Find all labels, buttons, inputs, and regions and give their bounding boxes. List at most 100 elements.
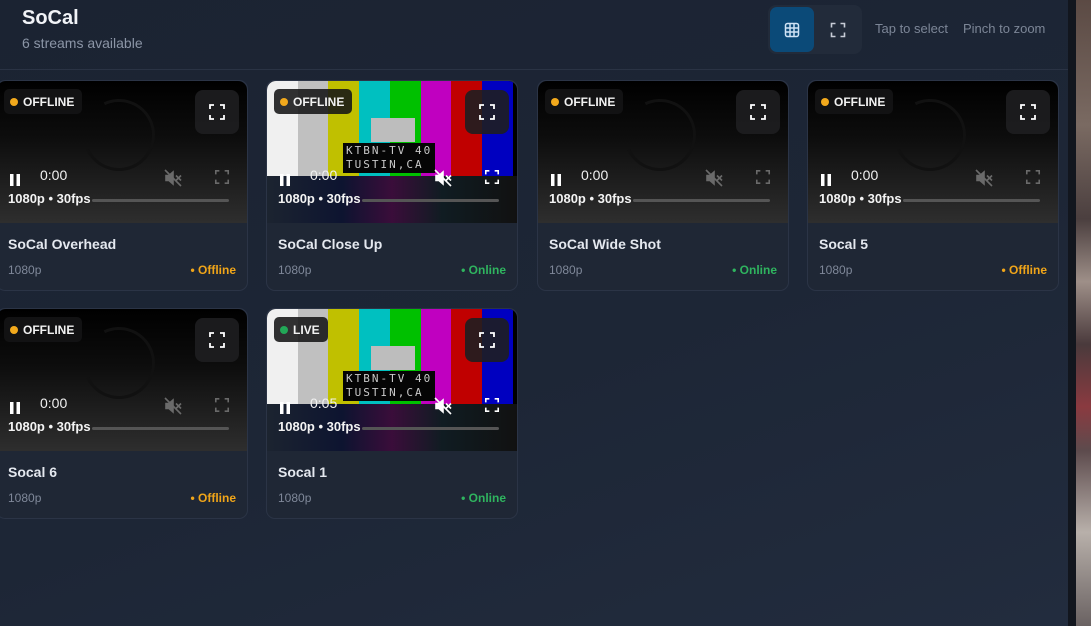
muted-speaker-icon: [705, 169, 723, 187]
player-fullscreen-button[interactable]: [755, 169, 771, 190]
muted-speaker-icon: [164, 169, 182, 187]
stream-status: • Online: [461, 491, 506, 505]
mute-button[interactable]: [434, 397, 452, 420]
player-fullscreen-button[interactable]: [214, 397, 230, 418]
stream-resolution: 1080p: [8, 263, 42, 277]
player-fullscreen-button[interactable]: [484, 169, 500, 190]
stream-status-badge: OFFLINE: [815, 89, 894, 114]
stream-resolution: 1080p: [278, 263, 312, 277]
pause-icon: [280, 174, 290, 186]
stream-card[interactable]: KTBN-TV 40 TUSTIN,CA LIVE 0:05 1080p • 30…: [266, 308, 518, 519]
playback-time: 0:00: [851, 167, 879, 183]
pause-button[interactable]: [8, 401, 22, 420]
stream-spec: 1080p • 30fps: [278, 419, 361, 434]
stream-status: • Online: [732, 263, 777, 277]
progress-bar[interactable]: [903, 199, 1040, 202]
video-player[interactable]: KTBN-TV 40 TUSTIN,CA OFFLINE 0:00 1080p •…: [267, 81, 517, 223]
single-view-button[interactable]: [816, 7, 860, 52]
fullscreen-button[interactable]: [736, 90, 780, 134]
pause-button[interactable]: [8, 173, 22, 192]
progress-bar[interactable]: [362, 199, 499, 202]
progress-bar[interactable]: [92, 427, 229, 430]
muted-speaker-icon: [434, 397, 452, 415]
fullscreen-icon: [479, 332, 495, 348]
background-photo-edge: [1076, 0, 1091, 626]
stream-card[interactable]: OFFLINE 0:00 1080p • 30fps Socal 5 1080p…: [807, 80, 1059, 291]
stream-name: SoCal Overhead: [8, 236, 117, 252]
mute-button[interactable]: [975, 169, 993, 192]
view-toggle: [768, 5, 862, 54]
badge-label: OFFLINE: [834, 94, 886, 109]
video-player[interactable]: KTBN-TV 40 TUSTIN,CA LIVE 0:05 1080p • 30…: [267, 309, 517, 451]
status-dot: [821, 97, 829, 106]
stream-name: SoCal Close Up: [278, 236, 383, 252]
pause-button[interactable]: [278, 173, 292, 192]
fullscreen-icon: [1025, 169, 1041, 185]
muted-speaker-icon: [164, 397, 182, 415]
pinch-to-zoom-hint: Pinch to zoom: [963, 21, 1046, 36]
stream-status-badge: LIVE: [274, 317, 328, 342]
stream-status-badge: OFFLINE: [274, 89, 353, 114]
status-dot: [551, 97, 559, 106]
fullscreen-icon: [479, 104, 495, 120]
fullscreen-button[interactable]: [465, 318, 509, 362]
fullscreen-icon: [755, 169, 771, 185]
fullscreen-button[interactable]: [465, 90, 509, 134]
tap-to-select-hint: Tap to select: [875, 21, 948, 36]
mute-button[interactable]: [434, 169, 452, 192]
stream-status-badge: OFFLINE: [4, 89, 83, 114]
mute-button[interactable]: [164, 397, 182, 420]
pause-button[interactable]: [819, 173, 833, 192]
muted-speaker-icon: [975, 169, 993, 187]
video-player[interactable]: OFFLINE 0:00 1080p • 30fps: [538, 81, 788, 223]
pause-icon: [280, 402, 290, 414]
video-player[interactable]: OFFLINE 0:00 1080p • 30fps: [0, 309, 247, 451]
stream-card[interactable]: KTBN-TV 40 TUSTIN,CA OFFLINE 0:00 1080p •…: [266, 80, 518, 291]
stream-resolution: 1080p: [278, 491, 312, 505]
mute-button[interactable]: [705, 169, 723, 192]
expand-icon: [830, 22, 846, 37]
progress-bar[interactable]: [92, 199, 229, 202]
stream-spec: 1080p • 30fps: [549, 191, 632, 206]
stream-count: 6 streams available: [22, 35, 143, 51]
pause-icon: [551, 174, 561, 186]
playback-time: 0:00: [581, 167, 609, 183]
playback-time: 0:00: [40, 167, 68, 183]
fullscreen-icon: [484, 169, 500, 185]
stream-spec: 1080p • 30fps: [8, 419, 91, 434]
stream-card[interactable]: OFFLINE 0:00 1080p • 30fps Socal 6 1080p…: [0, 308, 248, 519]
video-player[interactable]: OFFLINE 0:00 1080p • 30fps: [0, 81, 247, 223]
fullscreen-icon: [1020, 104, 1036, 120]
player-fullscreen-button[interactable]: [484, 397, 500, 418]
scrollbar[interactable]: [1068, 0, 1076, 626]
fullscreen-icon: [214, 169, 230, 185]
badge-label: OFFLINE: [23, 322, 75, 337]
progress-bar[interactable]: [362, 427, 499, 430]
fullscreen-icon: [214, 397, 230, 413]
player-fullscreen-button[interactable]: [1025, 169, 1041, 190]
status-dot: [280, 325, 288, 334]
grid-view-button[interactable]: [770, 7, 814, 52]
fullscreen-button[interactable]: [195, 90, 239, 134]
player-controls: 0:00 1080p • 30fps: [267, 163, 517, 223]
progress-bar[interactable]: [633, 199, 770, 202]
stream-status: • Online: [461, 263, 506, 277]
fullscreen-icon: [209, 332, 225, 348]
stream-card[interactable]: OFFLINE 0:00 1080p • 30fps SoCal Wide Sh…: [537, 80, 789, 291]
pause-button[interactable]: [278, 401, 292, 420]
pause-icon: [10, 174, 20, 186]
stream-card[interactable]: OFFLINE 0:00 1080p • 30fps SoCal Overhea…: [0, 80, 248, 291]
stream-status-badge: OFFLINE: [4, 317, 83, 342]
player-controls: 0:00 1080p • 30fps: [0, 391, 247, 451]
mute-button[interactable]: [164, 169, 182, 192]
fullscreen-button[interactable]: [1006, 90, 1050, 134]
stream-status-badge: OFFLINE: [545, 89, 624, 114]
status-dot: [280, 97, 288, 106]
playback-time: 0:00: [310, 167, 338, 183]
pause-button[interactable]: [549, 173, 563, 192]
video-player[interactable]: OFFLINE 0:00 1080p • 30fps: [808, 81, 1058, 223]
player-fullscreen-button[interactable]: [214, 169, 230, 190]
stream-name: SoCal Wide Shot: [549, 236, 661, 252]
stream-name: Socal 5: [819, 236, 869, 252]
fullscreen-button[interactable]: [195, 318, 239, 362]
